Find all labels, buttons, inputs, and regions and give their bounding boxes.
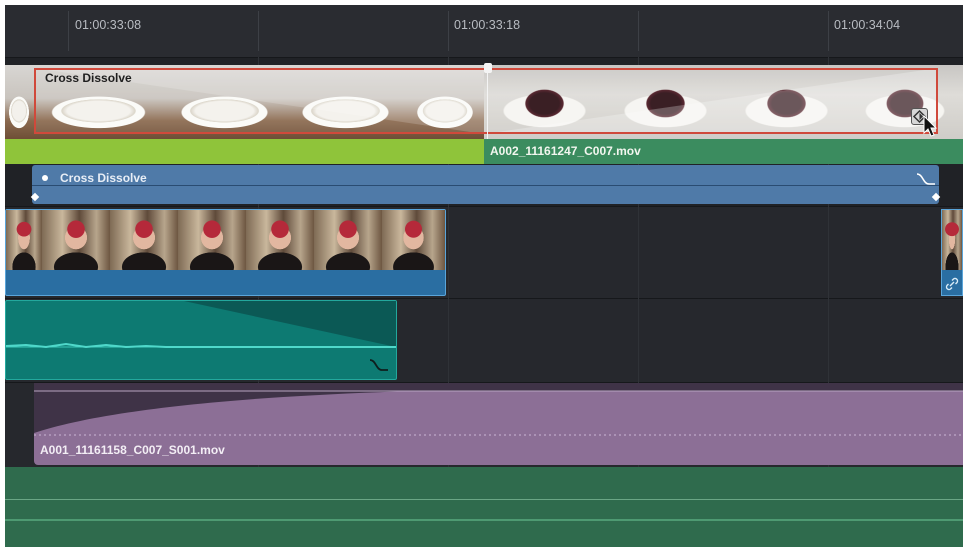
video-clip-next[interactable] [941, 209, 963, 296]
timecode-label: 01:00:33:18 [454, 18, 521, 32]
curve-editor-icon[interactable] [915, 171, 937, 187]
clip-name-label: A001_11161158_C007_S001.mov [40, 443, 225, 457]
clip-thumbnail [5, 65, 34, 139]
timecode-label: 01:00:33:08 [75, 18, 142, 32]
audio-waveform [5, 519, 963, 521]
clip-thumbnail [178, 210, 246, 270]
mouse-cursor-icon [923, 115, 938, 137]
ruler-tick [638, 11, 639, 51]
timecode-ruler[interactable]: 01:00:33:08 01:00:33:18 01:00:34:04 [5, 5, 963, 58]
transition-label: Cross Dissolve [45, 71, 132, 85]
audio-waveform [6, 301, 396, 349]
clip-thumbnail [6, 210, 42, 270]
clip-thumbnail [246, 210, 314, 270]
audio-clip-green[interactable] [5, 467, 963, 547]
audio-clip[interactable] [5, 300, 397, 380]
effect-label: Cross Dissolve [60, 171, 147, 185]
effect-dot-icon [42, 175, 48, 181]
curve-editor-icon[interactable] [368, 357, 390, 373]
timecode-label: 01:00:34:04 [834, 18, 901, 32]
edit-point-line [487, 71, 488, 139]
effect-center-line [32, 185, 939, 186]
timeline[interactable]: 01:00:33:08 01:00:33:18 01:00:34:04 Cros… [5, 5, 963, 547]
video-clip-interview[interactable] [5, 209, 446, 296]
playhead-handle[interactable] [484, 63, 492, 73]
ruler-tick [828, 11, 829, 51]
clip-thumbnail [110, 210, 178, 270]
clip-bar-green[interactable] [5, 139, 484, 164]
clip-name-label: A002_11161247_C007.mov [490, 144, 641, 158]
ruler-tick [448, 11, 449, 51]
volume-line [5, 499, 963, 500]
clip-thumbnail [382, 210, 445, 270]
clip-thumbnail [942, 210, 962, 270]
clip-thumbnail [314, 210, 382, 270]
ruler-tick [258, 11, 259, 51]
clip-thumbnail [42, 210, 110, 270]
transition-cross-dissolve[interactable] [34, 68, 938, 134]
link-icon[interactable] [945, 277, 959, 291]
ruler-tick [68, 11, 69, 51]
